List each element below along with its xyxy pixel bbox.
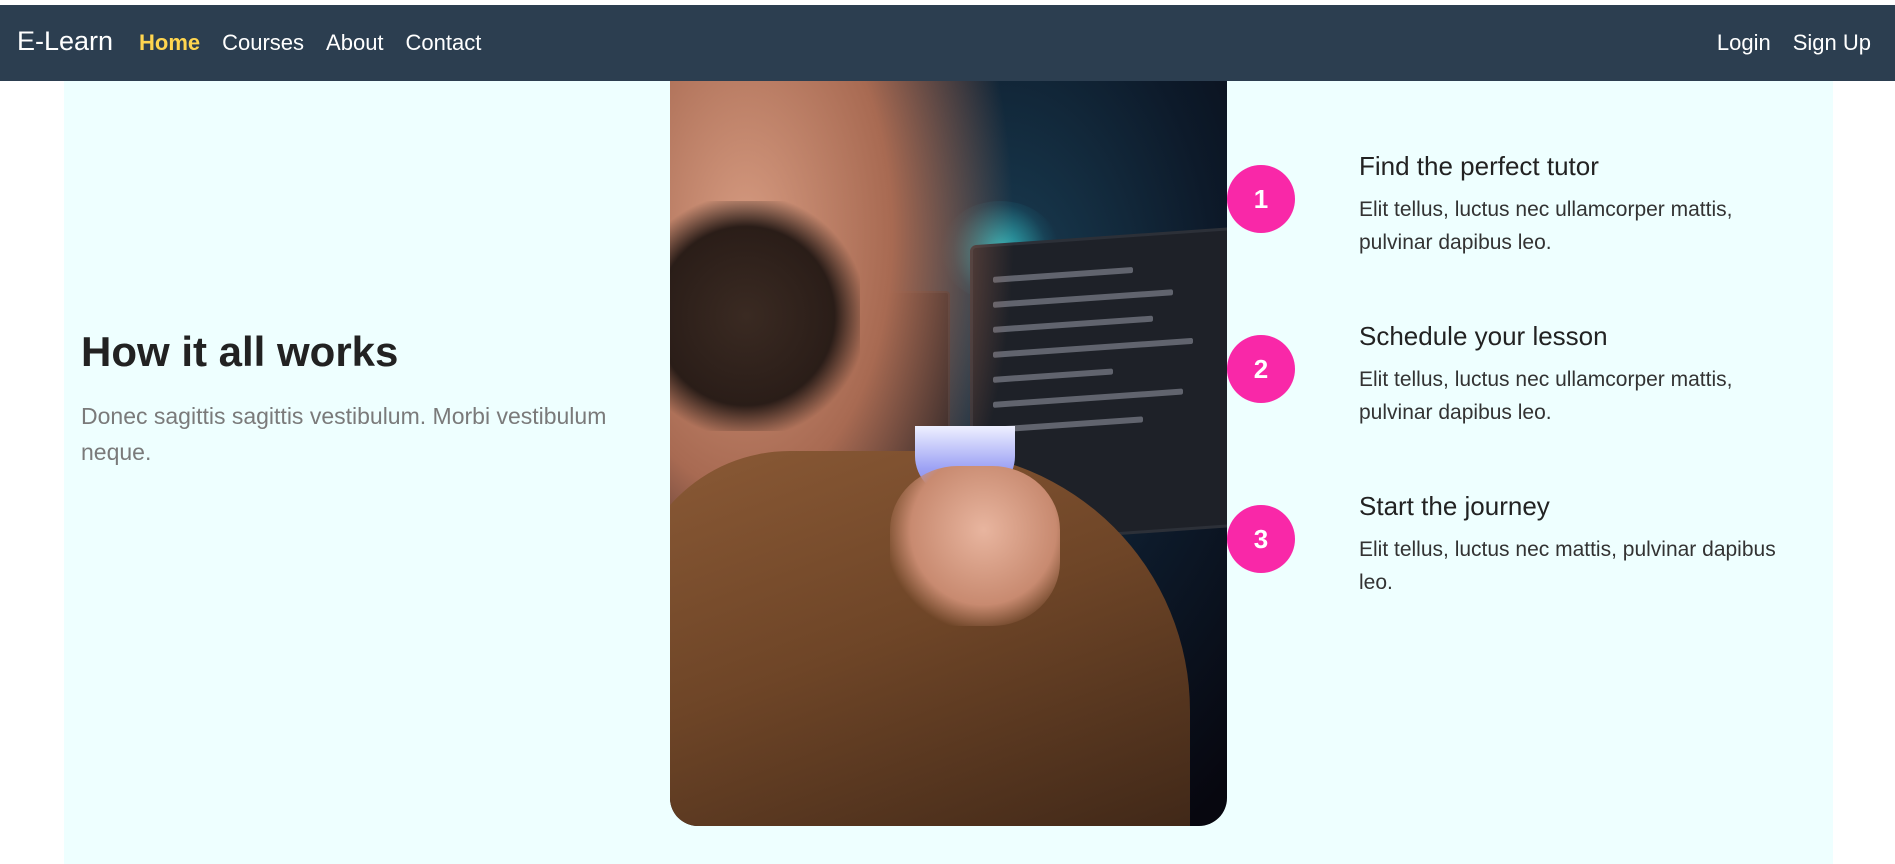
- step-number-badge: 1: [1227, 165, 1295, 233]
- photo-beard: [670, 201, 860, 431]
- how-it-works-section: How it all works Donec sagittis sagittis…: [64, 81, 1833, 864]
- step-title: Start the journey: [1359, 491, 1550, 521]
- signup-link[interactable]: Sign Up: [1793, 30, 1871, 56]
- step-description: Elit tellus, luctus nec mattis, pulvinar…: [1359, 538, 1776, 594]
- hero-photo: [670, 81, 1227, 826]
- navbar: E-Learn Home Courses About Contact Login…: [0, 5, 1895, 81]
- step-title: Find the perfect tutor: [1359, 151, 1599, 181]
- login-link[interactable]: Login: [1717, 30, 1771, 56]
- step-item: 3 Start the journey Elit tellus, luctus …: [1227, 479, 1827, 599]
- step-number-badge: 2: [1227, 335, 1295, 403]
- step-title: Schedule your lesson: [1359, 321, 1608, 351]
- nav-link-courses[interactable]: Courses: [222, 30, 304, 56]
- photo-hands: [890, 466, 1060, 626]
- step-item: 2 Schedule your lesson Elit tellus, luct…: [1227, 309, 1827, 429]
- step-number-badge: 3: [1227, 505, 1295, 573]
- nav-link-contact[interactable]: Contact: [406, 30, 482, 56]
- step-item: 1 Find the perfect tutor Elit tellus, lu…: [1227, 139, 1827, 259]
- section-heading: How it all works: [81, 328, 399, 375]
- nav-link-about[interactable]: About: [326, 30, 384, 56]
- nav-link-home[interactable]: Home: [139, 30, 200, 56]
- nav-links: Home Courses About Contact: [139, 30, 481, 56]
- auth-links: Login Sign Up: [1717, 30, 1871, 56]
- brand-logo[interactable]: E-Learn: [17, 26, 113, 57]
- intro-column: How it all works Donec sagittis sagittis…: [81, 327, 641, 471]
- step-description: Elit tellus, luctus nec ullamcorper matt…: [1359, 198, 1733, 254]
- section-lead: Donec sagittis sagittis vestibulum. Morb…: [81, 403, 607, 466]
- step-description: Elit tellus, luctus nec ullamcorper matt…: [1359, 368, 1733, 424]
